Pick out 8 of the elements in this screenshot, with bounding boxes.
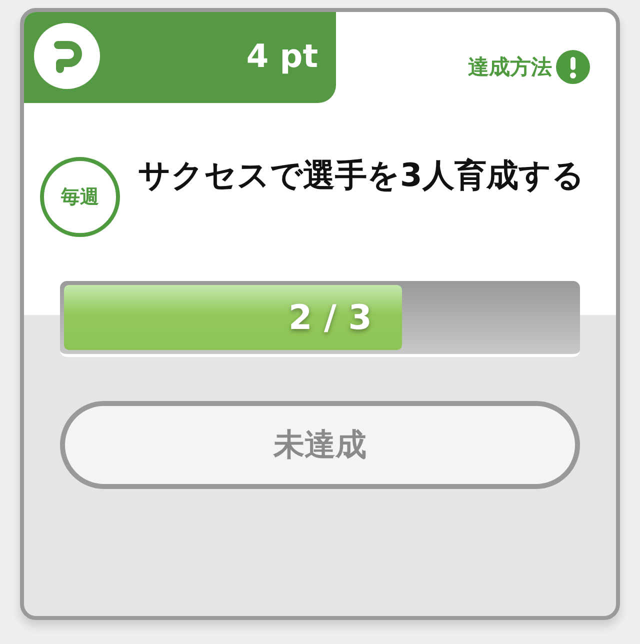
points-value: 4 pt — [246, 36, 318, 74]
how-to-link[interactable]: 達成方法 — [468, 50, 590, 84]
weekly-badge: 毎週 — [40, 157, 120, 237]
exclamation-icon — [556, 50, 590, 84]
points-icon — [34, 22, 100, 88]
progress-reading: 2 / 3 — [288, 298, 372, 338]
mission-title: サクセスで選手を3人育成する — [138, 155, 584, 195]
status-button[interactable]: 未達成 — [60, 401, 580, 489]
